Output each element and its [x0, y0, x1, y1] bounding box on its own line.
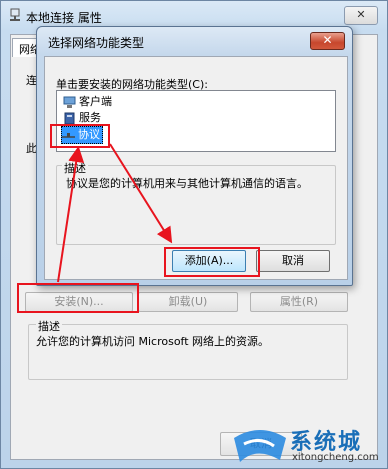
arrow-install-to-protocol [57, 146, 85, 283]
annotation-arrows [57, 143, 173, 283]
watermark-url: xitongcheng.com [292, 452, 379, 463]
arrow-protocol-to-add [109, 143, 173, 244]
